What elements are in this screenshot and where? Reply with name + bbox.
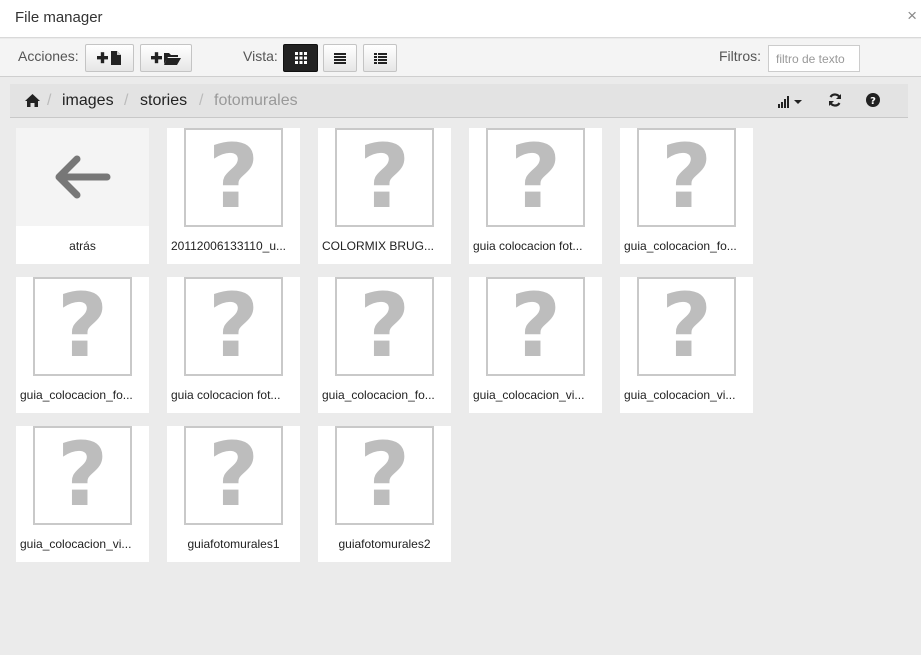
breadcrumb-separator: / (47, 92, 52, 109)
back-thumbnail (16, 128, 149, 226)
question-mark-icon: ? (358, 124, 411, 228)
grid-icon (294, 52, 307, 64)
file-tile[interactable]: ? guia colocacion fot... (469, 128, 602, 264)
actions-label: Acciones: (18, 48, 79, 64)
file-name-label: guia colocacion fot... (473, 239, 583, 253)
window-titlebar: File manager × (0, 0, 921, 38)
question-mark-icon: ? (207, 422, 260, 526)
file-tile[interactable]: ? guia_colocacion_vi... (620, 277, 753, 413)
file-name-label: guia_colocacion_fo... (624, 239, 737, 253)
view-label: Vista: (243, 48, 278, 64)
breadcrumb-item-stories[interactable]: stories (140, 92, 187, 110)
window-title: File manager (15, 9, 103, 26)
refresh-icon[interactable] (828, 93, 842, 112)
file-tile[interactable]: ? guia_colocacion_fo... (620, 128, 753, 264)
file-thumbnail: ? (637, 277, 736, 376)
file-name-label: guia_colocacion_vi... (624, 388, 736, 402)
file-thumbnail: ? (335, 277, 434, 376)
question-mark-icon: ? (358, 422, 411, 526)
question-mark-icon: ? (509, 273, 562, 377)
file-tile[interactable]: ? guiafotomurales1 (167, 426, 300, 562)
sort-dropdown-button[interactable] (777, 95, 805, 113)
file-thumbnail: ? (637, 128, 736, 227)
list-icon (334, 52, 346, 64)
file-thumbnail: ? (33, 277, 132, 376)
breadcrumb-item-images[interactable]: images (62, 92, 114, 110)
help-icon[interactable]: ? (866, 93, 880, 112)
file-tile[interactable]: ? guia colocacion fot... (167, 277, 300, 413)
file-tile[interactable]: ? guia_colocacion_vi... (16, 426, 149, 562)
breadcrumb: / images / stories / fotomurales ? (10, 84, 908, 118)
question-mark-icon: ? (207, 273, 260, 377)
file-tile[interactable]: ? guia_colocacion_fo... (318, 277, 451, 413)
file-thumbnail: ? (33, 426, 132, 525)
file-name-label: 20112006133110_u... (171, 239, 287, 253)
table-icon (373, 52, 387, 64)
new-folder-button[interactable] (140, 44, 192, 72)
question-mark-icon: ? (660, 124, 713, 228)
file-tile[interactable]: ? guia_colocacion_fo... (16, 277, 149, 413)
breadcrumb-separator: / (199, 92, 204, 109)
svg-text:?: ? (870, 96, 876, 107)
file-tile[interactable]: ? 20112006133110_u... (167, 128, 300, 264)
new-file-button[interactable] (85, 44, 134, 72)
home-icon[interactable] (25, 94, 40, 112)
breadcrumb-separator: / (124, 92, 129, 109)
file-name-label: COLORMIX BRUG... (322, 239, 435, 253)
file-name-label: guia_colocacion_vi... (20, 537, 132, 551)
question-mark-icon: ? (509, 124, 562, 228)
file-thumbnail: ? (184, 128, 283, 227)
file-name-label: guia_colocacion_fo... (20, 388, 133, 402)
file-name-label: atrás (69, 239, 96, 253)
signal-bars-icon (778, 96, 802, 108)
question-mark-icon: ? (660, 273, 713, 377)
question-mark-icon: ? (56, 422, 109, 526)
file-thumbnail: ? (335, 128, 434, 227)
file-tile[interactable]: ? COLORMIX BRUG... (318, 128, 451, 264)
question-mark-icon: ? (207, 124, 260, 228)
file-thumbnail: ? (486, 277, 585, 376)
breadcrumb-item-fotomurales: fotomurales (214, 92, 298, 109)
file-thumbnail: ? (335, 426, 434, 525)
question-mark-icon: ? (56, 273, 109, 377)
file-thumbnail: ? (184, 426, 283, 525)
file-name-label: guiafotomurales1 (187, 537, 280, 551)
close-icon[interactable]: × (907, 6, 917, 26)
file-thumbnail: ? (486, 128, 585, 227)
back-tile[interactable]: atrás (16, 128, 149, 264)
question-mark-icon: ? (358, 273, 411, 377)
filter-text-input[interactable] (768, 45, 860, 72)
toolbar: Acciones: Vista: Filtros: filtro de text… (0, 39, 921, 77)
file-thumbnail: ? (184, 277, 283, 376)
file-name-label: guia_colocacion_fo... (322, 388, 435, 402)
view-details-button[interactable] (363, 44, 397, 72)
file-name-label: guia_colocacion_vi... (473, 388, 585, 402)
file-name-label: guiafotomurales2 (338, 537, 431, 551)
file-tile[interactable]: ? guia_colocacion_vi... (469, 277, 602, 413)
view-thumbnails-button[interactable] (283, 44, 318, 72)
arrow-left-icon (55, 155, 110, 199)
plus-file-icon (96, 51, 121, 65)
plus-folder-icon (151, 52, 181, 65)
filters-label: Filtros: (719, 48, 761, 64)
file-tile[interactable]: ? guiafotomurales2 (318, 426, 451, 562)
view-list-button[interactable] (323, 44, 357, 72)
file-name-label: guia colocacion fot... (171, 388, 281, 402)
